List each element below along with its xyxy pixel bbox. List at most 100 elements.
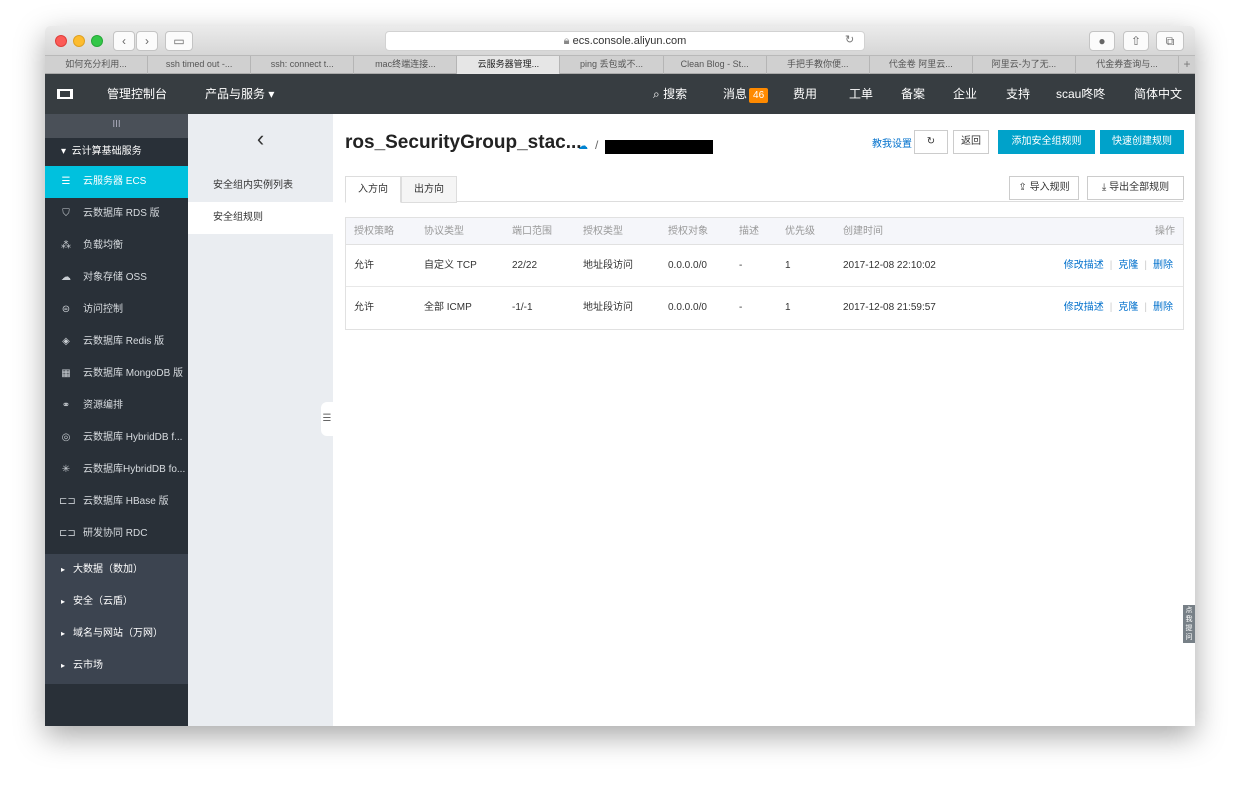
upload-icon: ⇪ — [1018, 182, 1027, 193]
sidebar-item[interactable]: ✳ 云数据库HybridDB fo... — [45, 454, 188, 486]
mongodb-icon: ▦ — [61, 368, 71, 379]
sidebar-group[interactable]: ▸ 安全（云盾） — [45, 586, 188, 618]
language-menu[interactable]: 简体中文 — [1134, 74, 1182, 114]
sidebar-item[interactable]: ▦ 云数据库 MongoDB 版 — [45, 358, 188, 390]
sidebar-group-label: 大数据（数加） — [73, 564, 144, 575]
sidebar-item-label: 访问控制 — [83, 304, 123, 315]
edit-description-link[interactable]: 修改描述 — [1064, 302, 1104, 313]
access-control-icon: ⊜ — [61, 304, 71, 315]
import-rules-button[interactable]: ⇪ 导入规则 — [1009, 176, 1079, 200]
cloud-icon: ☁ — [578, 141, 588, 152]
messages-button[interactable]: 消息 46 — [723, 74, 769, 114]
sidebar-lower-groups: ▸ 大数据（数加） ▸ 安全（云盾） ▸ 域名与网站（万网） ▸ 云市场 — [45, 554, 188, 684]
subnav-item-rules[interactable]: 安全组规则 — [188, 202, 333, 234]
sidebar-item[interactable]: ⊜ 访问控制 — [45, 294, 188, 326]
browser-tab[interactable]: 代金卷 阿里云... — [870, 56, 973, 74]
tab-outbound[interactable]: 出方向 — [401, 176, 457, 203]
close-window-icon[interactable] — [55, 35, 67, 47]
sidebar-item-label: 云数据库 HBase 版 — [83, 496, 169, 507]
enterprise-link[interactable]: 企业 — [953, 74, 977, 114]
cell-desc: - — [739, 302, 743, 313]
clone-link[interactable]: 克隆 — [1118, 302, 1138, 313]
sidebar-item[interactable]: ⊏⊐ 研发协同 RDC — [45, 518, 188, 550]
new-tab-icon[interactable]: + — [1179, 56, 1195, 73]
billing-link[interactable]: 费用 — [793, 74, 817, 114]
subnav-item-instances[interactable]: 安全组内实例列表 — [188, 170, 333, 202]
search-button[interactable]: ⌕ 搜索 — [653, 74, 687, 114]
back-nav-button[interactable]: ‹ — [113, 31, 135, 51]
sidebar-item[interactable]: ⁂ 负载均衡 — [45, 230, 188, 262]
products-menu[interactable]: 产品与服务 ▾ — [205, 74, 274, 114]
hybriddb-mysql-icon: ✳ — [61, 464, 71, 475]
subnav-collapse-icon[interactable]: ☰ — [321, 402, 333, 436]
console-home-link[interactable]: 管理控制台 — [107, 74, 167, 114]
cell-created: 2017-12-08 21:59:57 — [843, 302, 936, 313]
tabs-overview-button[interactable]: ⧉ — [1156, 31, 1184, 51]
sidebar-collapse-handle[interactable]: III — [45, 114, 188, 138]
tab-inbound[interactable]: 入方向 — [345, 176, 401, 203]
sidebar-group[interactable]: ▸ 云市场 — [45, 650, 188, 682]
column-header: 优先级 — [785, 226, 815, 237]
action-separator: | — [1144, 302, 1147, 313]
browser-tab[interactable]: Clean Blog - St... — [664, 56, 767, 74]
address-bar[interactable]: 🔒︎ ecs.console.aliyun.com — [385, 31, 865, 51]
browser-tab[interactable]: ping 丢包或不... — [560, 56, 664, 74]
forward-nav-button[interactable]: › — [136, 31, 158, 51]
quick-create-rule-button[interactable]: 快速创建规则 — [1100, 130, 1184, 154]
minimize-window-icon[interactable] — [73, 35, 85, 47]
support-link[interactable]: 支持 — [1006, 74, 1030, 114]
secondary-navigation: ‹ 安全组内实例列表 安全组规则 — [188, 114, 333, 726]
add-rule-button[interactable]: 添加安全组规则 — [998, 130, 1095, 154]
sidebar-group-label: 云计算基础服务 — [71, 146, 142, 157]
action-separator: | — [1109, 260, 1113, 271]
sidebar-group-cloud-computing[interactable]: ▾ 云计算基础服务 — [45, 138, 188, 166]
sidebar-item[interactable]: ⛉ 云数据库 RDS 版 — [45, 198, 188, 230]
share-button[interactable]: ⇧ — [1123, 31, 1149, 51]
aliyun-logo[interactable] — [57, 74, 79, 114]
hbase-icon: ⊏⊐ — [59, 496, 76, 507]
browser-tab[interactable]: 阿里云-为了无... — [973, 56, 1076, 74]
browser-tab[interactable]: mac终端连接... — [354, 56, 458, 74]
browser-tab[interactable]: 代金券查询与... — [1076, 56, 1180, 74]
sidebar-item[interactable]: ⚭ 资源编排 — [45, 390, 188, 422]
sidebar-item[interactable]: ☰ 云服务器 ECS — [45, 166, 188, 198]
cell-auth-type: 地址段访问 — [583, 302, 633, 313]
delete-link[interactable]: 删除 — [1153, 302, 1173, 313]
sidebar-group[interactable]: ▸ 域名与网站（万网） — [45, 618, 188, 650]
back-chevron-icon[interactable]: ‹ — [188, 114, 333, 170]
cell-priority: 1 — [785, 302, 791, 313]
download-button[interactable]: ● — [1089, 31, 1115, 51]
delete-link[interactable]: 删除 — [1153, 260, 1173, 271]
zoom-window-icon[interactable] — [91, 35, 103, 47]
hybriddb-icon: ◎ — [61, 432, 71, 443]
caret-right-icon: ▸ — [61, 597, 66, 606]
cell-priority: 1 — [785, 260, 791, 271]
browser-tab[interactable]: ssh timed out -... — [148, 56, 252, 74]
sidebar-item[interactable]: ◎ 云数据库 HybridDB f... — [45, 422, 188, 454]
sidebar-item[interactable]: ☁ 对象存储 OSS — [45, 262, 188, 294]
user-menu[interactable]: scau咚咚 — [1056, 74, 1105, 114]
sidebar-toggle-button[interactable]: ▭ — [165, 31, 193, 51]
help-setup-link[interactable]: 教我设置 — [872, 135, 912, 150]
sidebar-item[interactable]: ⊏⊐ 云数据库 HBase 版 — [45, 486, 188, 518]
column-header: 描述 — [739, 226, 759, 237]
tickets-link[interactable]: 工单 — [849, 74, 873, 114]
database-icon: ⛉ — [62, 208, 70, 219]
back-button[interactable]: 返回 — [953, 130, 989, 154]
ask-question-button[interactable]: 点我提问 — [1183, 605, 1195, 643]
browser-tab[interactable]: 如何充分利用... — [45, 56, 149, 74]
reload-icon[interactable]: ↻ — [845, 33, 854, 46]
sidebar-item[interactable]: ◈ 云数据库 Redis 版 — [45, 326, 188, 358]
rules-table: 授权策略 协议类型 端口范围 授权类型 授权对象 描述 优先级 创建时间 操作 允许 自定义 TC… — [345, 217, 1184, 330]
browser-tab[interactable]: ssh: connect t... — [251, 56, 355, 74]
browser-tab[interactable]: 云服务器管理... — [457, 56, 561, 74]
sidebar-group-label: 安全（云盾） — [73, 596, 134, 607]
record-link[interactable]: 备案 — [901, 74, 925, 114]
clone-link[interactable]: 克隆 — [1118, 260, 1138, 271]
table-row: 允许 自定义 TCP 22/22 地址段访问 0.0.0.0/0 - 1 2017-12-08… — [346, 245, 1183, 287]
browser-tab[interactable]: 手把手教你便... — [767, 56, 870, 74]
refresh-button[interactable]: ↻ — [914, 130, 948, 154]
export-rules-button[interactable]: ⤓ 导出全部规则 — [1087, 176, 1184, 200]
edit-description-link[interactable]: 修改描述 — [1064, 260, 1104, 271]
sidebar-group[interactable]: ▸ 大数据（数加） — [45, 554, 188, 586]
